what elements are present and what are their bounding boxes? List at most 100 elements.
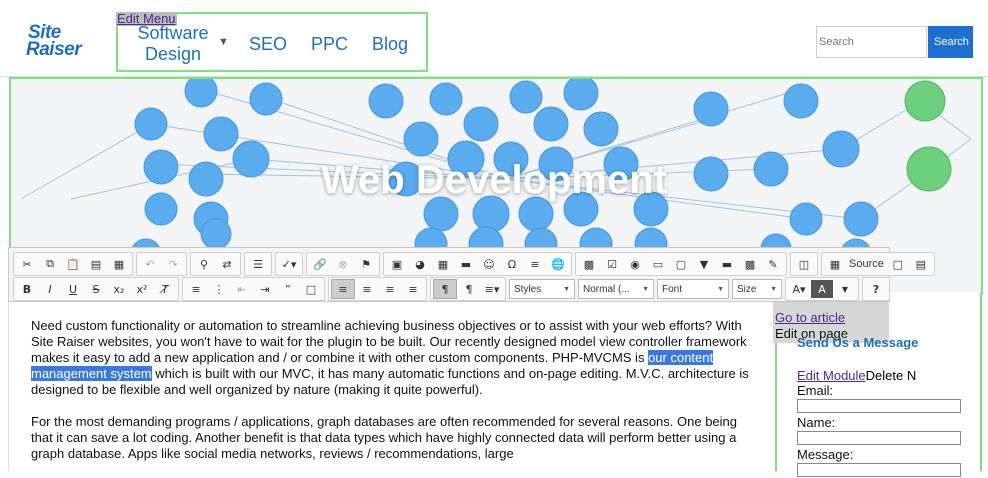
ltr-icon[interactable]: ¶ (433, 279, 457, 299)
edit-module-link[interactable]: Edit Module (797, 368, 866, 383)
radio-icon[interactable]: ◉ (624, 255, 646, 273)
chevron-down-icon[interactable]: ▼ (218, 36, 229, 48)
direction-group: ¶ ¶ ≡▾ (430, 277, 506, 301)
site-logo[interactable]: Site Raiser (26, 22, 98, 62)
smiley-icon[interactable]: ☺ (478, 255, 500, 273)
link-group: 🔗 ⊗ ⚑ (306, 252, 380, 276)
textarea-icon[interactable]: ▢ (670, 255, 692, 273)
chevron-down-icon: ▼ (717, 285, 724, 293)
rtl-icon[interactable]: ¶ (458, 280, 480, 298)
table-icon[interactable]: ▦ (432, 255, 454, 273)
form-icon[interactable]: ▩ (578, 255, 600, 273)
editor-toolbar: ✂ ⧉ 📋 ▤ ▦ ↶ ↷ ⚲ ⇄ ☰ ✓▾ 🔗 ⊗ ⚑ ▣ ◕ ▦ ▬ ☺ Ω… (8, 247, 935, 302)
select-all-icon[interactable]: ☰ (247, 255, 269, 273)
underline-icon[interactable]: U (62, 280, 84, 298)
nav-seo[interactable]: SEO (249, 34, 287, 55)
font-dropdown-label: Font (662, 283, 683, 295)
paragraph-1-text-start: Need custom functionality or automation … (31, 318, 747, 365)
text-color-icon[interactable]: A▾ (788, 280, 810, 298)
spellcheck-icon[interactable]: ✓▾ (278, 255, 300, 273)
page-break-icon[interactable]: ≡ (524, 255, 546, 273)
maximize-icon[interactable]: ◫ (793, 255, 815, 273)
remove-format-icon[interactable]: T̸ (154, 280, 176, 298)
cut-icon[interactable]: ✂ (16, 255, 38, 273)
anchor-flag-icon[interactable]: ⚑ (355, 255, 377, 273)
justify-icon[interactable]: ≡ (402, 280, 424, 298)
select-group: ☰ (244, 252, 272, 276)
special-char-icon[interactable]: Ω (501, 255, 523, 273)
subscript-icon[interactable]: x₂ (108, 280, 130, 298)
select-field-icon[interactable]: ▼ (693, 255, 715, 273)
language-icon[interactable]: ≡▾ (481, 280, 503, 298)
bold-icon[interactable]: B (16, 280, 38, 298)
italic-icon[interactable]: I (39, 280, 61, 298)
list-group: ≡ ⋮ ⇤ ⇥ ” □ (182, 277, 325, 301)
email-field[interactable] (797, 399, 961, 413)
font-dropdown[interactable]: Font ▼ (657, 279, 729, 299)
preview-icon[interactable]: ▤ (910, 255, 932, 273)
help-icon[interactable]: ? (865, 280, 887, 298)
undo-icon[interactable]: ↶ (139, 255, 161, 273)
format-group: B I U S x₂ x² T̸ (13, 277, 179, 301)
size-dropdown-label: Size (737, 283, 757, 295)
styles-dropdown[interactable]: Styles ▼ (509, 279, 575, 299)
source-button[interactable]: Source (847, 255, 886, 273)
horizontal-line-icon[interactable]: ▬ (455, 255, 477, 273)
numbered-list-icon[interactable]: ≡ (185, 280, 207, 298)
message-label: Message: (797, 447, 854, 462)
new-page-icon[interactable]: □ (887, 255, 909, 273)
superscript-icon[interactable]: x² (131, 280, 153, 298)
delete-module-link[interactable]: Delete N (866, 368, 917, 383)
nav-ppc[interactable]: PPC (311, 34, 348, 55)
outdent-icon[interactable]: ⇤ (231, 280, 253, 298)
unlink-icon[interactable]: ⊗ (332, 255, 354, 273)
button-field-icon[interactable]: ▬ (716, 255, 738, 273)
paragraph-2: For the most demanding programs / applic… (31, 414, 738, 461)
color-group: A▾ A ▼ (785, 277, 859, 301)
format-dropdown[interactable]: Normal (... ▼ (578, 279, 654, 299)
copy-icon[interactable]: ⧉ (39, 255, 61, 273)
nav-blog[interactable]: Blog (372, 34, 408, 55)
size-dropdown[interactable]: Size ▼ (732, 279, 782, 299)
find-icon[interactable]: ⚲ (193, 255, 215, 273)
blockquote-icon[interactable]: ” (277, 280, 299, 298)
message-field[interactable] (797, 463, 961, 477)
paste-word-icon[interactable]: ▦ (108, 255, 130, 273)
redo-icon[interactable]: ↷ (162, 255, 184, 273)
bulleted-list-icon[interactable]: ⋮ (208, 280, 230, 298)
iframe-icon[interactable]: 🌐 (547, 255, 569, 273)
paste-icon[interactable]: 📋 (62, 255, 84, 273)
link-icon[interactable]: 🔗 (309, 255, 331, 273)
source-icon[interactable]: ▦ (824, 255, 846, 273)
send-message-heading: Send Us a Message (797, 335, 919, 350)
image-button-icon[interactable]: ▩ (739, 255, 761, 273)
flash-icon[interactable]: ◕ (409, 255, 431, 273)
hidden-field-icon[interactable]: ✎ (762, 255, 784, 273)
nav-software-design[interactable]: Software Design (130, 23, 216, 65)
checkbox-icon[interactable]: ☑ (601, 255, 623, 273)
search-button[interactable]: Search (928, 26, 973, 58)
strikethrough-icon[interactable]: S (85, 280, 107, 298)
align-center-icon[interactable]: ≡ (356, 280, 378, 298)
align-left-icon[interactable]: ≡ (331, 279, 355, 299)
go-to-article-link[interactable]: Go to article (775, 310, 845, 325)
paste-text-icon[interactable]: ▤ (85, 255, 107, 273)
chevron-down-icon[interactable]: ▼ (834, 280, 856, 298)
article-content[interactable]: Need custom functionality or automation … (8, 302, 771, 471)
logo-text-raiser: Raiser (26, 39, 82, 60)
search-input[interactable] (816, 26, 927, 58)
replace-icon[interactable]: ⇄ (216, 255, 238, 273)
background-color-icon[interactable]: A (811, 280, 833, 298)
name-field[interactable] (797, 431, 961, 445)
image-icon[interactable]: ▣ (386, 255, 408, 273)
textfield-icon[interactable]: ▭ (647, 255, 669, 273)
email-label: Email: (797, 383, 834, 398)
maximize-group: ◫ (790, 252, 818, 276)
indent-icon[interactable]: ⇥ (254, 280, 276, 298)
name-label: Name: (797, 415, 836, 430)
align-right-icon[interactable]: ≡ (379, 280, 401, 298)
div-icon[interactable]: □ (300, 280, 322, 298)
insert-group: ▣ ◕ ▦ ▬ ☺ Ω ≡ 🌐 (383, 252, 572, 276)
undo-group: ↶ ↷ (136, 252, 187, 276)
align-group: ≡ ≡ ≡ ≡ (328, 277, 427, 301)
